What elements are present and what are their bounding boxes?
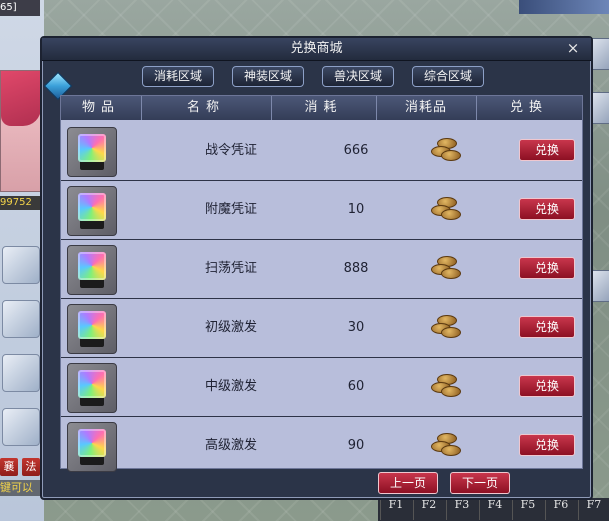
level-readout: 65] xyxy=(0,0,40,16)
item-name: 附魔凭证 xyxy=(204,202,257,217)
item-cost: 60 xyxy=(347,379,365,394)
function-key[interactable]: F2 xyxy=(413,498,444,520)
table-row: 中级激发 60 兑换 xyxy=(61,358,582,417)
rainbow-cube-icon xyxy=(74,309,110,349)
rainbow-cube-icon xyxy=(74,250,110,290)
table-header: 物品 名称 消耗 消耗品 兑换 xyxy=(61,96,582,120)
money-readout: 99752 xyxy=(0,196,40,210)
exchange-button[interactable]: 兑换 xyxy=(519,139,575,161)
item-name: 中级激发 xyxy=(204,379,257,394)
category-tabs: 消耗区域 神装区域 兽决区域 综合区域 xyxy=(142,66,522,87)
item-name: 高级激发 xyxy=(204,438,257,453)
function-key[interactable]: F1 xyxy=(380,498,411,520)
tab-consumables[interactable]: 消耗区域 xyxy=(142,66,214,87)
exchange-shop-dialog: 兑换商城 × 消耗区域 神装区域 兽决区域 综合区域 物品 名称 消耗 消耗品 … xyxy=(40,36,593,500)
header-name: 名称 xyxy=(141,96,272,120)
coin-icon xyxy=(431,315,461,339)
coin-icon xyxy=(431,256,461,280)
coin-icon xyxy=(431,197,461,221)
inventory-slot-icon[interactable] xyxy=(2,408,40,446)
item-cost: 90 xyxy=(347,438,365,453)
table-row: 扫荡凭证 888 兑换 xyxy=(61,240,582,299)
item-slot[interactable] xyxy=(67,422,117,472)
item-name: 战令凭证 xyxy=(204,143,257,158)
inventory-slot-icon[interactable] xyxy=(2,354,40,392)
header-item: 物品 xyxy=(61,96,142,120)
item-cost: 666 xyxy=(343,143,369,158)
rainbow-cube-icon xyxy=(74,132,110,172)
item-cost: 10 xyxy=(347,202,365,217)
portrait-hair xyxy=(1,71,41,126)
coin-icon xyxy=(431,374,461,398)
exchange-button[interactable]: 兑换 xyxy=(519,198,575,220)
item-cost: 30 xyxy=(347,320,365,335)
item-slot[interactable] xyxy=(67,186,117,236)
tab-general[interactable]: 综合区域 xyxy=(412,66,484,87)
function-key[interactable]: F6 xyxy=(545,498,576,520)
header-currency: 消耗品 xyxy=(376,96,477,120)
coin-icon xyxy=(431,433,461,457)
exchange-button[interactable]: 兑换 xyxy=(519,434,575,456)
coin-icon xyxy=(431,138,461,162)
status-bar xyxy=(519,0,609,14)
table-row: 初级激发 30 兑换 xyxy=(61,299,582,358)
item-slot[interactable] xyxy=(67,127,117,177)
item-slot[interactable] xyxy=(67,363,117,413)
header-cost: 消耗 xyxy=(271,96,377,120)
inventory-slot-icon[interactable] xyxy=(2,300,40,338)
table-row: 高级激发 90 兑换 xyxy=(61,417,582,475)
item-name: 扫荡凭证 xyxy=(204,261,257,276)
function-key[interactable]: F5 xyxy=(512,498,543,520)
character-portrait[interactable] xyxy=(0,70,42,192)
dialog-title: 兑换商城 xyxy=(290,41,343,56)
item-cost: 888 xyxy=(343,261,369,276)
table-row: 战令凭证 666 兑换 xyxy=(61,122,582,181)
function-key-bar: F1 F2 F3 F4 F5 F6 F7 xyxy=(378,498,609,521)
exchange-table: 物品 名称 消耗 消耗品 兑换 战令凭证 666 兑换 附魔凭证 10 兑换 扫… xyxy=(60,95,583,472)
cube-body xyxy=(78,370,106,398)
function-key[interactable]: F3 xyxy=(446,498,477,520)
function-key[interactable]: F7 xyxy=(578,498,609,520)
cube-body xyxy=(78,252,106,280)
rainbow-cube-icon xyxy=(74,191,110,231)
left-hud-button[interactable]: 法 xyxy=(22,458,40,476)
item-slot[interactable] xyxy=(67,304,117,354)
cube-body xyxy=(78,193,106,221)
tab-divine-gear[interactable]: 神装区域 xyxy=(232,66,304,87)
next-page-button[interactable]: 下一页 xyxy=(450,472,510,494)
hint-text: 键可以 xyxy=(0,480,40,496)
left-hud-button[interactable]: 襄 xyxy=(0,458,18,476)
table-row: 附魔凭证 10 兑换 xyxy=(61,181,582,240)
header-exchange: 兑换 xyxy=(509,100,548,115)
cube-body xyxy=(78,311,106,339)
prev-page-button[interactable]: 上一页 xyxy=(378,472,438,494)
inventory-slot-icon[interactable] xyxy=(2,246,40,284)
item-slot[interactable] xyxy=(67,245,117,295)
rainbow-cube-icon xyxy=(74,427,110,467)
close-button[interactable]: × xyxy=(565,40,581,56)
cube-body xyxy=(78,429,106,457)
function-key[interactable]: F4 xyxy=(479,498,510,520)
cube-body xyxy=(78,134,106,162)
exchange-button[interactable]: 兑换 xyxy=(519,316,575,338)
rainbow-cube-icon xyxy=(74,368,110,408)
exchange-button[interactable]: 兑换 xyxy=(519,257,575,279)
tab-beast-skills[interactable]: 兽决区域 xyxy=(322,66,394,87)
item-name: 初级激发 xyxy=(204,320,257,335)
exchange-button[interactable]: 兑换 xyxy=(519,375,575,397)
